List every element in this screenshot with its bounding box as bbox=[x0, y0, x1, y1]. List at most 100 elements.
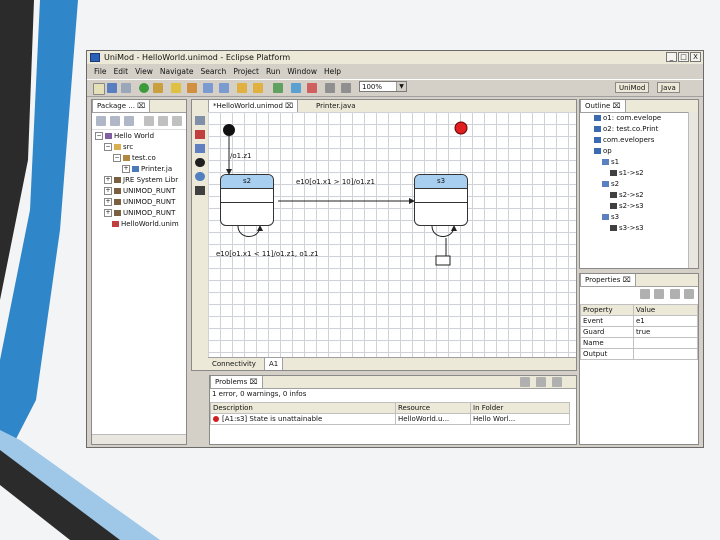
tab-connectivity[interactable]: Connectivity bbox=[208, 358, 260, 370]
forward-icon[interactable] bbox=[219, 83, 229, 93]
menu-file[interactable]: File bbox=[94, 67, 107, 76]
outline-item[interactable]: op bbox=[594, 147, 612, 155]
collapse-all-icon[interactable] bbox=[144, 116, 154, 126]
menu-navigate[interactable]: Navigate bbox=[160, 67, 194, 76]
validate-icon[interactable] bbox=[273, 83, 283, 93]
debug-icon[interactable] bbox=[153, 83, 163, 93]
perspective-unimod[interactable]: UniMod bbox=[615, 82, 650, 93]
chevron-down-icon[interactable]: ▼ bbox=[396, 82, 406, 91]
state-tool-icon[interactable] bbox=[195, 144, 205, 153]
table-row[interactable]: Guard true bbox=[580, 326, 698, 338]
expand-icon[interactable]: + bbox=[104, 176, 112, 184]
back-icon[interactable] bbox=[203, 83, 213, 93]
column-in-folder[interactable]: In Folder bbox=[470, 402, 570, 414]
menu-run[interactable]: Run bbox=[266, 67, 280, 76]
final-state-tool-icon[interactable] bbox=[195, 130, 205, 139]
arrow-left-icon[interactable] bbox=[237, 83, 247, 93]
state-s3[interactable]: s3 bbox=[414, 174, 468, 226]
s3-self-transition-line[interactable] bbox=[431, 225, 457, 237]
initial-state-tool-icon[interactable] bbox=[195, 158, 205, 167]
expand-icon[interactable]: + bbox=[122, 165, 130, 173]
transition-tool-icon[interactable] bbox=[195, 186, 205, 195]
outline-item[interactable]: s2 bbox=[602, 180, 619, 188]
minimize-view-icon[interactable] bbox=[536, 377, 546, 387]
print-icon[interactable] bbox=[121, 83, 131, 93]
menu-view[interactable]: View bbox=[135, 67, 153, 76]
grid-icon[interactable] bbox=[307, 83, 317, 93]
table-row[interactable]: Name bbox=[580, 337, 698, 349]
outline-item[interactable]: s3 bbox=[602, 213, 619, 221]
initial-transition-label[interactable]: /o1.z1 bbox=[230, 152, 251, 160]
align-icon[interactable] bbox=[325, 83, 335, 93]
menu-icon[interactable] bbox=[172, 116, 182, 126]
categories-icon[interactable] bbox=[640, 289, 650, 299]
outline-item[interactable]: s3->s3 bbox=[610, 224, 644, 232]
menu-search[interactable]: Search bbox=[201, 67, 227, 76]
minimize-button[interactable]: _ bbox=[666, 52, 677, 62]
zoom-select[interactable]: 100% ▼ bbox=[359, 81, 407, 92]
open-type-icon[interactable] bbox=[187, 83, 197, 93]
column-description[interactable]: Description bbox=[210, 402, 396, 414]
tree-item[interactable]: + UNIMOD_RUNT bbox=[104, 187, 175, 195]
maximize-view-icon[interactable] bbox=[552, 377, 562, 387]
tree-item[interactable]: + Printer.ja bbox=[122, 165, 172, 173]
tab-package-explorer[interactable]: Package ... ⌧ bbox=[92, 100, 151, 112]
filter-icon[interactable] bbox=[520, 377, 530, 387]
collapse-icon[interactable]: − bbox=[95, 132, 103, 140]
outline-item[interactable]: s2->s2 bbox=[610, 191, 644, 199]
select-tool-icon[interactable] bbox=[195, 116, 205, 125]
link-editor-icon[interactable] bbox=[158, 116, 168, 126]
final-state-marker[interactable] bbox=[454, 121, 468, 135]
menu-help[interactable]: Help bbox=[324, 67, 341, 76]
outline-item[interactable]: com.evelopers bbox=[594, 136, 654, 144]
close-button[interactable]: X bbox=[690, 52, 701, 62]
expand-icon[interactable]: + bbox=[104, 209, 112, 217]
outline-item[interactable]: s1 bbox=[602, 158, 619, 166]
tab-helloworld-unimod[interactable]: *HelloWorld.unimod ⌧ bbox=[208, 100, 299, 112]
menu-window[interactable]: Window bbox=[287, 67, 317, 76]
outline-item[interactable]: s2->s3 bbox=[610, 202, 644, 210]
tab-printer-java[interactable]: Printer.java bbox=[312, 100, 360, 112]
collapse-icon[interactable]: − bbox=[113, 154, 121, 162]
tab-a1[interactable]: A1 bbox=[264, 358, 284, 370]
save-icon[interactable] bbox=[107, 83, 117, 93]
initial-state-marker[interactable] bbox=[223, 124, 235, 136]
horizontal-scrollbar[interactable] bbox=[92, 434, 186, 444]
state-diagram-canvas[interactable]: s2 s3 /o1.z1 e10[o1.x1 > 10]/o1.z1 e10[o… bbox=[208, 112, 576, 358]
tree-item[interactable]: + UNIMOD_RUNT bbox=[104, 198, 175, 206]
tab-outline[interactable]: Outline ⌧ bbox=[580, 100, 626, 112]
tree-item[interactable]: − test.co bbox=[113, 154, 156, 162]
self-transition-label[interactable]: e10[o1.x1 < 11]/o1.z1, o1.z1 bbox=[216, 250, 318, 258]
distribute-icon[interactable] bbox=[341, 83, 351, 93]
tree-item[interactable]: + JRE System Libr bbox=[104, 176, 178, 184]
s2-self-transition-line[interactable] bbox=[237, 225, 263, 237]
tree-item[interactable]: + UNIMOD_RUNT bbox=[104, 209, 175, 217]
menu-edit[interactable]: Edit bbox=[114, 67, 129, 76]
table-row[interactable]: Output bbox=[580, 348, 698, 360]
tab-problems[interactable]: Problems ⌧ bbox=[210, 376, 263, 388]
up-icon[interactable] bbox=[124, 116, 134, 126]
run-icon[interactable] bbox=[139, 83, 149, 93]
outline-item[interactable]: s1->s2 bbox=[610, 169, 644, 177]
choice-tool-icon[interactable] bbox=[195, 172, 205, 181]
collapse-icon[interactable]: − bbox=[104, 143, 112, 151]
tree-item[interactable]: HelloWorld.unim bbox=[104, 220, 179, 228]
tree-item[interactable]: − Hello World bbox=[95, 132, 154, 140]
search-icon[interactable] bbox=[171, 83, 181, 93]
forward-icon[interactable] bbox=[110, 116, 120, 126]
column-resource[interactable]: Resource bbox=[395, 402, 471, 414]
s2-to-s3-transition-label[interactable]: e10[o1.x1 > 10]/o1.z1 bbox=[296, 178, 375, 186]
advanced-icon[interactable] bbox=[654, 289, 664, 299]
tree-item[interactable]: − src bbox=[104, 143, 133, 151]
back-icon[interactable] bbox=[96, 116, 106, 126]
expand-icon[interactable]: + bbox=[104, 187, 112, 195]
restore-defaults-icon[interactable] bbox=[684, 289, 694, 299]
state-s2[interactable]: s2 bbox=[220, 174, 274, 226]
new-icon[interactable] bbox=[93, 83, 105, 95]
tab-properties[interactable]: Properties ⌧ bbox=[580, 274, 636, 286]
expand-icon[interactable]: + bbox=[104, 198, 112, 206]
outline-item[interactable]: o1: com.evelope bbox=[594, 114, 661, 122]
menu-icon[interactable] bbox=[670, 289, 680, 299]
arrow-right-icon[interactable] bbox=[253, 83, 263, 93]
menu-project[interactable]: Project bbox=[233, 67, 259, 76]
